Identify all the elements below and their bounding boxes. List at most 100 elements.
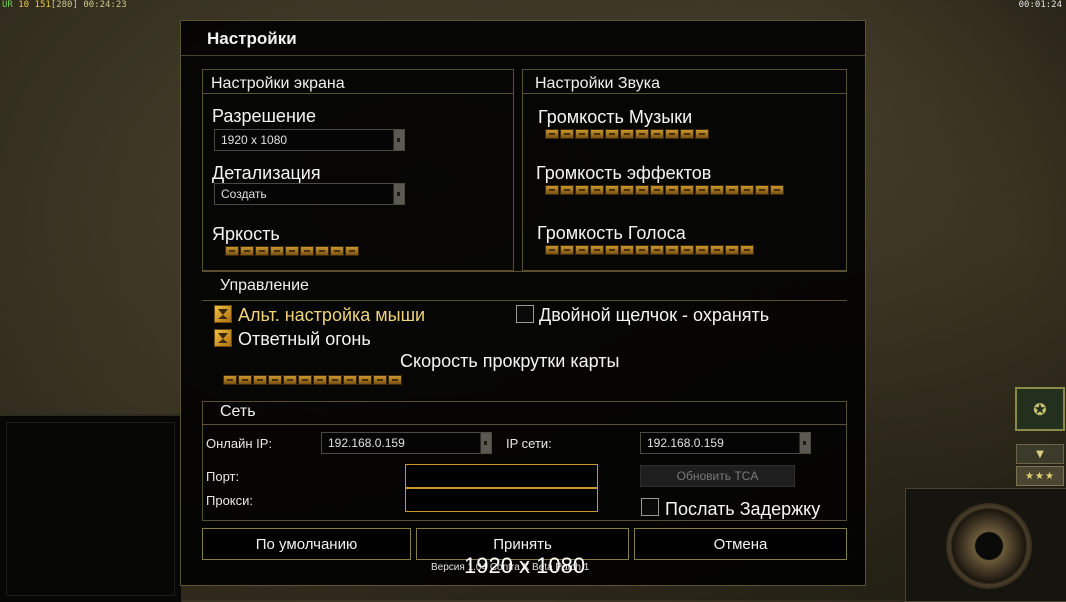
brightness-label: Яркость bbox=[212, 224, 280, 244]
slider-segment bbox=[590, 185, 604, 195]
slider-segment bbox=[650, 129, 664, 139]
control-title: Управление bbox=[220, 277, 309, 294]
cancel-button[interactable]: Отмена bbox=[634, 528, 847, 560]
double-click-checkbox[interactable] bbox=[516, 305, 534, 323]
slider-segment bbox=[665, 245, 679, 255]
slider-segment bbox=[225, 246, 239, 256]
slider-segment bbox=[313, 375, 327, 385]
resolution-select[interactable]: 1920 x 1080 bbox=[214, 129, 405, 151]
dropdown-arrow-icon bbox=[799, 433, 810, 453]
screen-settings-title: Настройки экрана bbox=[211, 75, 345, 92]
dropdown-arrow-icon bbox=[393, 130, 404, 150]
brightness-slider[interactable] bbox=[225, 246, 359, 258]
slider-segment bbox=[300, 246, 314, 256]
slider-segment bbox=[328, 375, 342, 385]
slider-segment bbox=[650, 245, 664, 255]
send-delay-checkbox[interactable] bbox=[641, 498, 659, 516]
proxy-label: Прокси: bbox=[206, 493, 254, 508]
mission-timer: 00:01:24 bbox=[1018, 0, 1062, 10]
general-rank-icon[interactable]: ✪ bbox=[1015, 387, 1065, 431]
slider-segment bbox=[605, 185, 619, 195]
slider-segment bbox=[770, 185, 784, 195]
dropdown-arrow-icon bbox=[393, 184, 404, 204]
slider-segment bbox=[575, 185, 589, 195]
port-input[interactable] bbox=[405, 464, 598, 488]
command-emblem-panel bbox=[905, 488, 1066, 602]
slider-segment bbox=[223, 375, 237, 385]
slider-segment bbox=[710, 245, 724, 255]
slider-segment bbox=[635, 185, 649, 195]
detail-select[interactable]: Создать bbox=[214, 183, 405, 205]
slider-segment bbox=[330, 246, 344, 256]
alt-mouse-checkbox[interactable] bbox=[214, 305, 232, 323]
slider-segment bbox=[620, 185, 634, 195]
slider-segment bbox=[680, 245, 694, 255]
lan-ip-label: IP сети: bbox=[506, 436, 552, 451]
online-ip-select[interactable]: 192.168.0.159 bbox=[321, 432, 492, 454]
slider-segment bbox=[545, 129, 559, 139]
slider-segment bbox=[345, 246, 359, 256]
slider-segment bbox=[343, 375, 357, 385]
resolution-overlay-text: 1920 x 1080 bbox=[464, 553, 586, 578]
slider-segment bbox=[238, 375, 252, 385]
sound-settings-title: Настройки Звука bbox=[535, 75, 660, 92]
slider-segment bbox=[545, 245, 559, 255]
slider-segment bbox=[270, 246, 284, 256]
slider-segment bbox=[285, 246, 299, 256]
slider-segment bbox=[725, 245, 739, 255]
slider-segment bbox=[665, 129, 679, 139]
detail-label: Детализация bbox=[212, 163, 321, 183]
proxy-input[interactable] bbox=[405, 488, 598, 512]
slider-segment bbox=[740, 185, 754, 195]
slider-segment bbox=[253, 375, 267, 385]
alt-mouse-label[interactable]: Альт. настройка мыши bbox=[238, 305, 425, 326]
slider-segment bbox=[650, 185, 664, 195]
return-fire-checkbox[interactable] bbox=[214, 329, 232, 347]
slider-segment bbox=[560, 129, 574, 139]
slider-segment bbox=[373, 375, 387, 385]
slider-segment bbox=[635, 245, 649, 255]
slider-segment bbox=[605, 129, 619, 139]
defaults-button[interactable]: По умолчанию bbox=[202, 528, 411, 560]
slider-segment bbox=[560, 245, 574, 255]
update-tca-button[interactable]: Обновить TCA bbox=[640, 465, 795, 487]
return-fire-label[interactable]: Ответный огонь bbox=[238, 329, 371, 350]
slider-segment bbox=[315, 246, 329, 256]
minimap-panel[interactable] bbox=[0, 414, 182, 602]
effects-volume-slider[interactable] bbox=[545, 185, 784, 197]
slider-segment bbox=[695, 129, 709, 139]
lan-ip-select[interactable]: 192.168.0.159 bbox=[640, 432, 811, 454]
slider-segment bbox=[358, 375, 372, 385]
slider-segment bbox=[298, 375, 312, 385]
slider-segment bbox=[725, 185, 739, 195]
scroll-speed-label: Скорость прокрутки карты bbox=[400, 351, 620, 371]
scroll-down-button[interactable]: ▼ bbox=[1016, 444, 1064, 464]
resolution-label: Разрешение bbox=[212, 106, 316, 126]
double-click-label[interactable]: Двойной щелчок - охранять bbox=[539, 305, 769, 326]
scroll-speed-slider[interactable] bbox=[223, 375, 402, 387]
dialog-title: Настройки bbox=[207, 29, 297, 48]
slider-segment bbox=[710, 185, 724, 195]
voice-volume-label: Громкость Голоса bbox=[537, 223, 686, 243]
music-volume-slider[interactable] bbox=[545, 129, 709, 141]
slider-segment bbox=[680, 185, 694, 195]
slider-segment bbox=[545, 185, 559, 195]
slider-segment bbox=[695, 185, 709, 195]
port-label: Порт: bbox=[206, 469, 240, 484]
slider-segment bbox=[590, 245, 604, 255]
slider-segment bbox=[665, 185, 679, 195]
faction-emblem-icon bbox=[946, 503, 1032, 589]
slider-segment bbox=[575, 245, 589, 255]
slider-segment bbox=[740, 245, 754, 255]
dropdown-arrow-icon bbox=[480, 433, 491, 453]
slider-segment bbox=[575, 129, 589, 139]
slider-segment bbox=[605, 245, 619, 255]
slider-segment bbox=[255, 246, 269, 256]
online-ip-label: Онлайн IP: bbox=[206, 436, 273, 451]
slider-segment bbox=[560, 185, 574, 195]
slider-segment bbox=[695, 245, 709, 255]
slider-segment bbox=[590, 129, 604, 139]
send-delay-label[interactable]: Послать Задержку bbox=[665, 499, 820, 520]
voice-volume-slider[interactable] bbox=[545, 245, 754, 257]
rank-stars: ★★★ bbox=[1016, 466, 1064, 486]
